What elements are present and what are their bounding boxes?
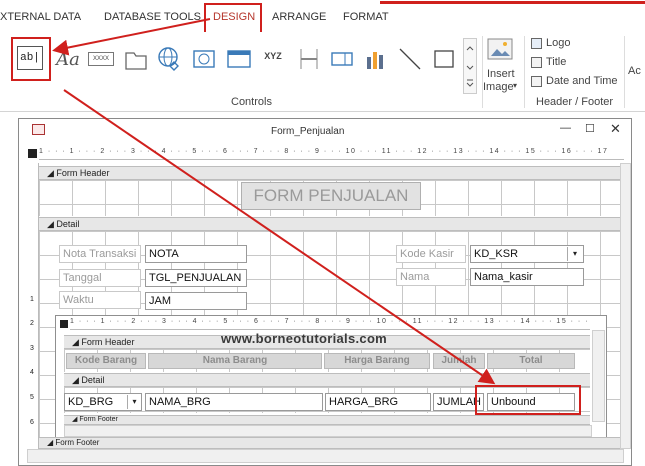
annotation-arrows bbox=[52, 18, 496, 385]
arrow-textbox-to-unbound bbox=[63, 89, 496, 385]
arrow-design-to-textbox bbox=[52, 18, 211, 56]
